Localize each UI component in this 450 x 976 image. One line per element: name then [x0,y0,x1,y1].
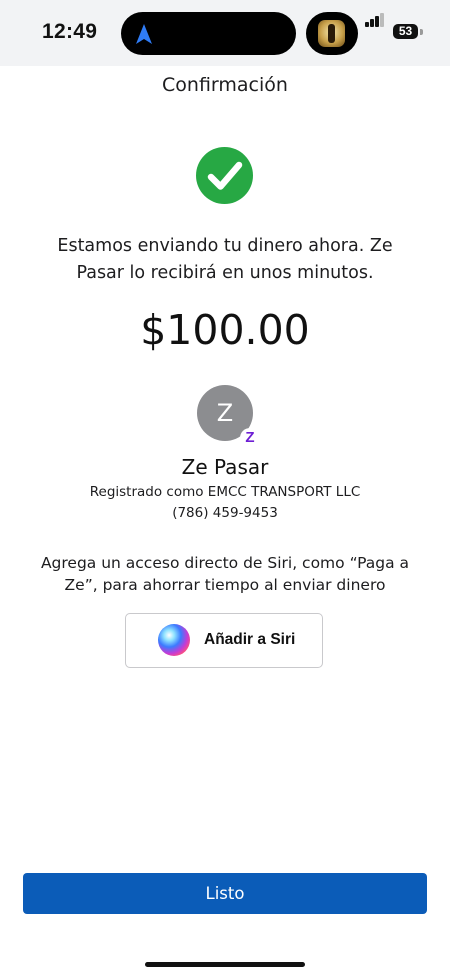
home-indicator[interactable] [145,962,305,967]
add-to-siri-button[interactable]: Añadir a Siri [125,613,323,668]
app-thumbnail-icon [318,20,345,47]
battery-icon: 53 [393,24,418,39]
recipient-name: Ze Pasar [181,455,269,479]
battery-tip [420,29,423,35]
confirmation-message: Estamos enviando tu dinero ahora. Ze Pas… [57,236,393,283]
checkmark-circle-icon [196,147,253,204]
recipient-phone: (786) 459-9453 [172,505,278,521]
done-button[interactable]: Listo [23,873,427,914]
status-bar: 12:49 53 Confirmación [0,0,450,96]
dynamic-island [121,12,296,55]
amount: $100.00 [140,306,310,354]
navigation-arrow-icon [136,24,152,44]
siri-icon [158,624,190,656]
siri-shortcut-hint: Agrega un acceso directo de Siri, como “… [40,554,410,594]
zelle-icon: Z [240,428,260,448]
registered-as: Registrado como EMCC TRANSPORT LLC [89,484,361,500]
add-to-siri-label: Añadir a Siri [204,631,296,648]
status-time: 12:49 [42,20,98,43]
dynamic-island-app [306,12,358,55]
page-title: Confirmación [162,74,288,96]
